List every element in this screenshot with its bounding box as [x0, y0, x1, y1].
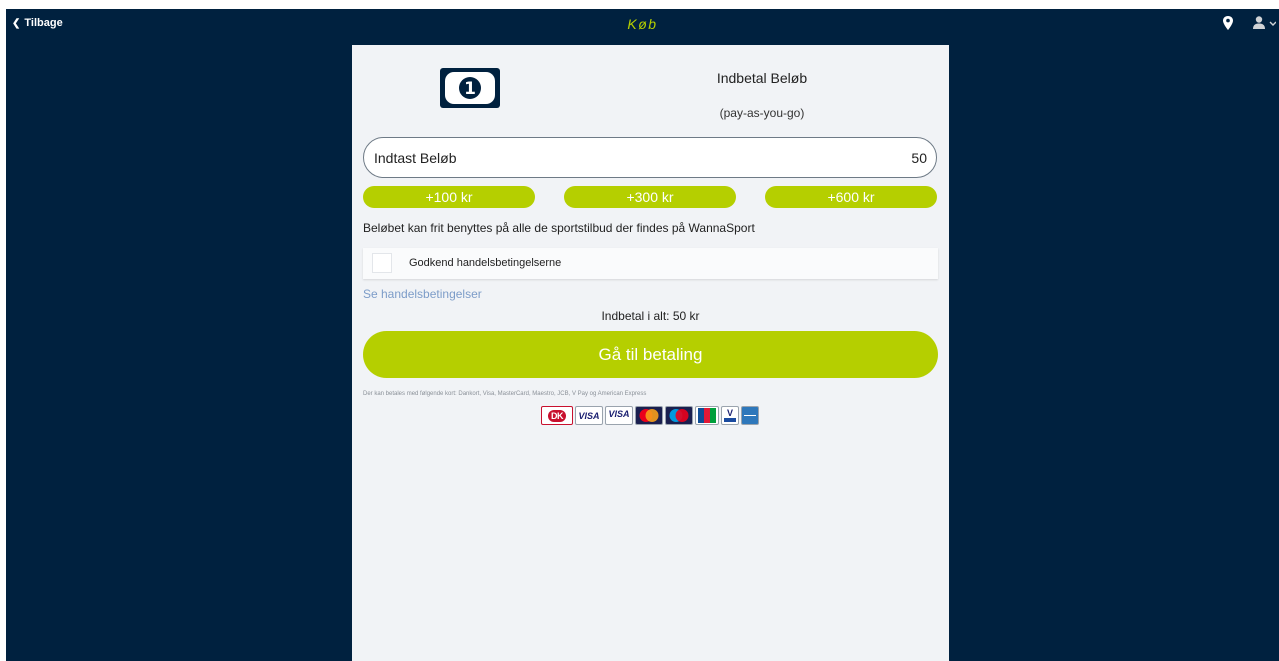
- payment-panel: 1 Indbetal Beløb (pay-as-you-go) Indtast…: [352, 45, 949, 661]
- visa-electron-logo: VISA: [605, 406, 633, 425]
- add-300-button[interactable]: +300 kr: [564, 186, 736, 208]
- american-express-logo: [741, 406, 759, 425]
- accepted-cards-note: Der kan betales med følgende kort: Danko…: [363, 391, 647, 397]
- user-menu-icon[interactable]: [1252, 15, 1276, 31]
- svg-text:1: 1: [464, 79, 476, 99]
- add-100-button[interactable]: +100 kr: [363, 186, 535, 208]
- mastercard-logo: [635, 406, 663, 425]
- location-pin-icon[interactable]: [1221, 15, 1235, 31]
- amount-input-label: Indtast Beløb: [374, 149, 457, 166]
- amount-input-value: 50: [911, 149, 927, 166]
- dankort-logo: DK: [541, 406, 573, 425]
- maestro-logo: [665, 406, 693, 425]
- card-logos: DK VISA VISA V: [541, 406, 759, 425]
- add-600-button[interactable]: +600 kr: [765, 186, 937, 208]
- terms-checkbox[interactable]: [372, 253, 392, 273]
- terms-checkbox-label: Godkend handelsbetingelserne: [409, 257, 562, 269]
- terms-row: Godkend handelsbetingelserne: [363, 248, 938, 279]
- visa-logo: VISA: [575, 406, 603, 425]
- banknote-icon: 1: [440, 68, 500, 108]
- product-title: Indbetal Beløb: [716, 70, 808, 86]
- top-bar: ❮ Tilbage Køb 1 Indbetal Beløb (pay-as-yo…: [6, 9, 1279, 661]
- jcb-logo: [695, 406, 719, 425]
- product-subtitle: (pay-as-you-go): [719, 106, 805, 120]
- vpay-logo: V: [721, 406, 739, 425]
- go-to-payment-button[interactable]: Gå til betaling: [363, 331, 938, 378]
- page-title: Køb: [627, 16, 658, 32]
- amount-description: Beløbet kan frit benyttes på alle de spo…: [363, 221, 755, 235]
- terms-link[interactable]: Se handelsbetingelser: [363, 287, 482, 301]
- amount-input[interactable]: Indtast Beløb 50: [363, 137, 937, 178]
- total-amount: Indbetal i alt: 50 kr: [601, 309, 700, 323]
